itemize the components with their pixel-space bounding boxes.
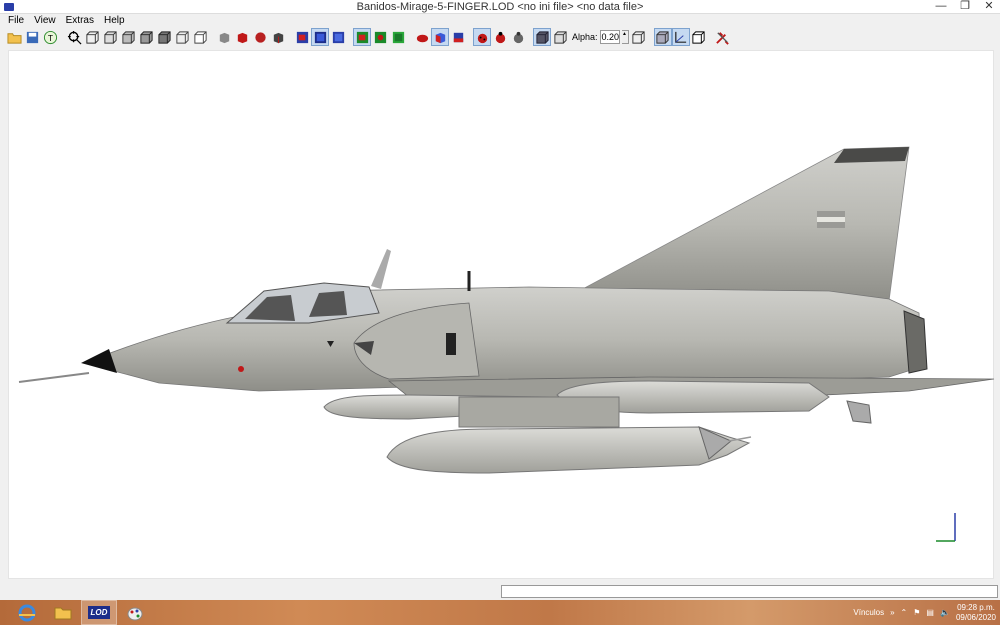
grey-bird-icon[interactable]	[510, 29, 526, 45]
pitot-tube	[18, 372, 90, 383]
window-title: Banidos-Mirage-5-FINGER.LOD <no ini file…	[356, 1, 644, 13]
save-disk-icon[interactable]	[24, 29, 40, 45]
red-sphere-cube-icon[interactable]	[252, 29, 268, 45]
chevron-icon[interactable]: »	[890, 608, 894, 617]
status-bar	[0, 582, 1000, 600]
taskbar: LOD Vínculos » ⌃ ⚑ ▤ 🔈 09:28 p.m. 09/06/…	[0, 600, 1000, 625]
green-frame-1-icon[interactable]	[353, 28, 371, 46]
title-bar: Banidos-Mirage-5-FINGER.LOD <no ini file…	[0, 0, 1000, 14]
tail-fin-tip	[834, 147, 909, 163]
flag-icon[interactable]: ⚑	[913, 608, 920, 617]
transparent-box-icon[interactable]	[653, 28, 672, 46]
antenna	[371, 249, 391, 289]
vinculos-toolbar[interactable]: Vínculos	[853, 608, 884, 617]
minimize-button[interactable]: —	[934, 0, 948, 13]
3d-viewport[interactable]	[8, 50, 995, 579]
wire-box-icon[interactable]	[631, 29, 647, 45]
axes-icon[interactable]	[671, 28, 690, 46]
menu-bar: File View Extras Help	[0, 14, 1000, 27]
alpha-input[interactable]: 0.20	[599, 30, 620, 44]
tail-flag-stripe-mid	[817, 217, 845, 222]
green-frame-2-icon[interactable]	[372, 29, 388, 45]
clock-time: 09:28 p.m.	[957, 602, 995, 612]
wire-cube-4-icon[interactable]	[138, 29, 154, 45]
restore-button[interactable]: ❐	[958, 0, 972, 13]
wire-cube-6-icon[interactable]	[174, 29, 190, 45]
alpha-label: Alpha:	[572, 32, 598, 42]
centerline-drop-tank	[386, 426, 751, 474]
arrow-up-icon[interactable]: ⌃	[901, 608, 908, 617]
ie-icon[interactable]	[10, 601, 44, 624]
multicolor-cube-icon[interactable]	[431, 28, 449, 46]
menu-help[interactable]: Help	[99, 14, 130, 27]
menu-extras[interactable]: Extras	[61, 14, 99, 27]
paint-icon[interactable]	[118, 601, 152, 624]
wire-cube-7-icon[interactable]	[192, 29, 208, 45]
lod-label: LOD	[87, 606, 111, 619]
wire-cube-1-icon[interactable]	[84, 29, 100, 45]
blue-frame-1-icon[interactable]	[294, 29, 310, 45]
tail-fin	[577, 146, 910, 302]
spin-up-icon[interactable]: ▲	[621, 30, 629, 44]
status-field	[501, 585, 998, 598]
shaded-box-icon[interactable]	[533, 28, 551, 46]
solid-red-cube-icon[interactable]	[234, 29, 250, 45]
system-tray: Vínculos » ⌃ ⚑ ▤ 🔈 09:28 p.m. 09/06/2020	[853, 600, 1000, 625]
file-explorer-icon[interactable]	[46, 601, 80, 624]
tail-flag-stripe-top	[817, 211, 845, 217]
network-icon[interactable]: ▤	[926, 608, 934, 617]
volume-icon[interactable]: 🔈	[940, 608, 950, 617]
menu-file[interactable]: File	[3, 14, 29, 27]
close-button[interactable]: ✕	[982, 0, 996, 13]
dark-cube-icon[interactable]	[270, 29, 286, 45]
blue-cube-icon[interactable]	[450, 29, 466, 45]
menu-view[interactable]: View	[29, 14, 61, 27]
tail-flag-stripe-bottom	[817, 222, 845, 228]
ladybug-1-icon[interactable]	[473, 28, 491, 46]
zoom-target-icon[interactable]	[66, 29, 82, 45]
belly-pylon	[458, 396, 620, 428]
window-controls: — ❐ ✕	[934, 0, 996, 13]
red-bird-icon[interactable]	[414, 29, 430, 45]
clock-date: 09/06/2020	[955, 612, 996, 622]
red-marking	[238, 366, 244, 372]
ventral-fin	[846, 400, 872, 424]
svg-text:T: T	[47, 32, 52, 42]
fuselage	[82, 286, 922, 392]
app-window: Banidos-Mirage-5-FINGER.LOD <no ini file…	[0, 0, 1000, 600]
blue-frame-2-icon[interactable]	[311, 28, 329, 46]
cube-outline-icon[interactable]	[691, 29, 707, 45]
texture-t-icon[interactable]: T	[42, 29, 58, 45]
clock[interactable]: 09:28 p.m. 09/06/2020	[956, 603, 996, 623]
lod-app-icon[interactable]: LOD	[81, 600, 117, 625]
blue-frame-3-icon[interactable]	[330, 29, 346, 45]
toolbar: T Alpha: 0.20 ▲	[0, 27, 1000, 47]
wire-cube-5-icon[interactable]	[156, 29, 172, 45]
wire-cube-3-icon[interactable]	[120, 29, 136, 45]
ladybug-2-icon[interactable]	[492, 29, 508, 45]
wire-cube-2-icon[interactable]	[102, 29, 118, 45]
tools-icon[interactable]	[715, 29, 731, 45]
solid-grey-cube-icon[interactable]	[216, 29, 232, 45]
open-folder-icon[interactable]	[6, 29, 22, 45]
alpha-spinner[interactable]: ▲	[621, 30, 629, 44]
aircraft-render	[18, 146, 995, 542]
green-frame-3-icon[interactable]	[390, 29, 406, 45]
intake-slot	[446, 333, 456, 355]
outline-box-icon[interactable]	[552, 29, 568, 45]
